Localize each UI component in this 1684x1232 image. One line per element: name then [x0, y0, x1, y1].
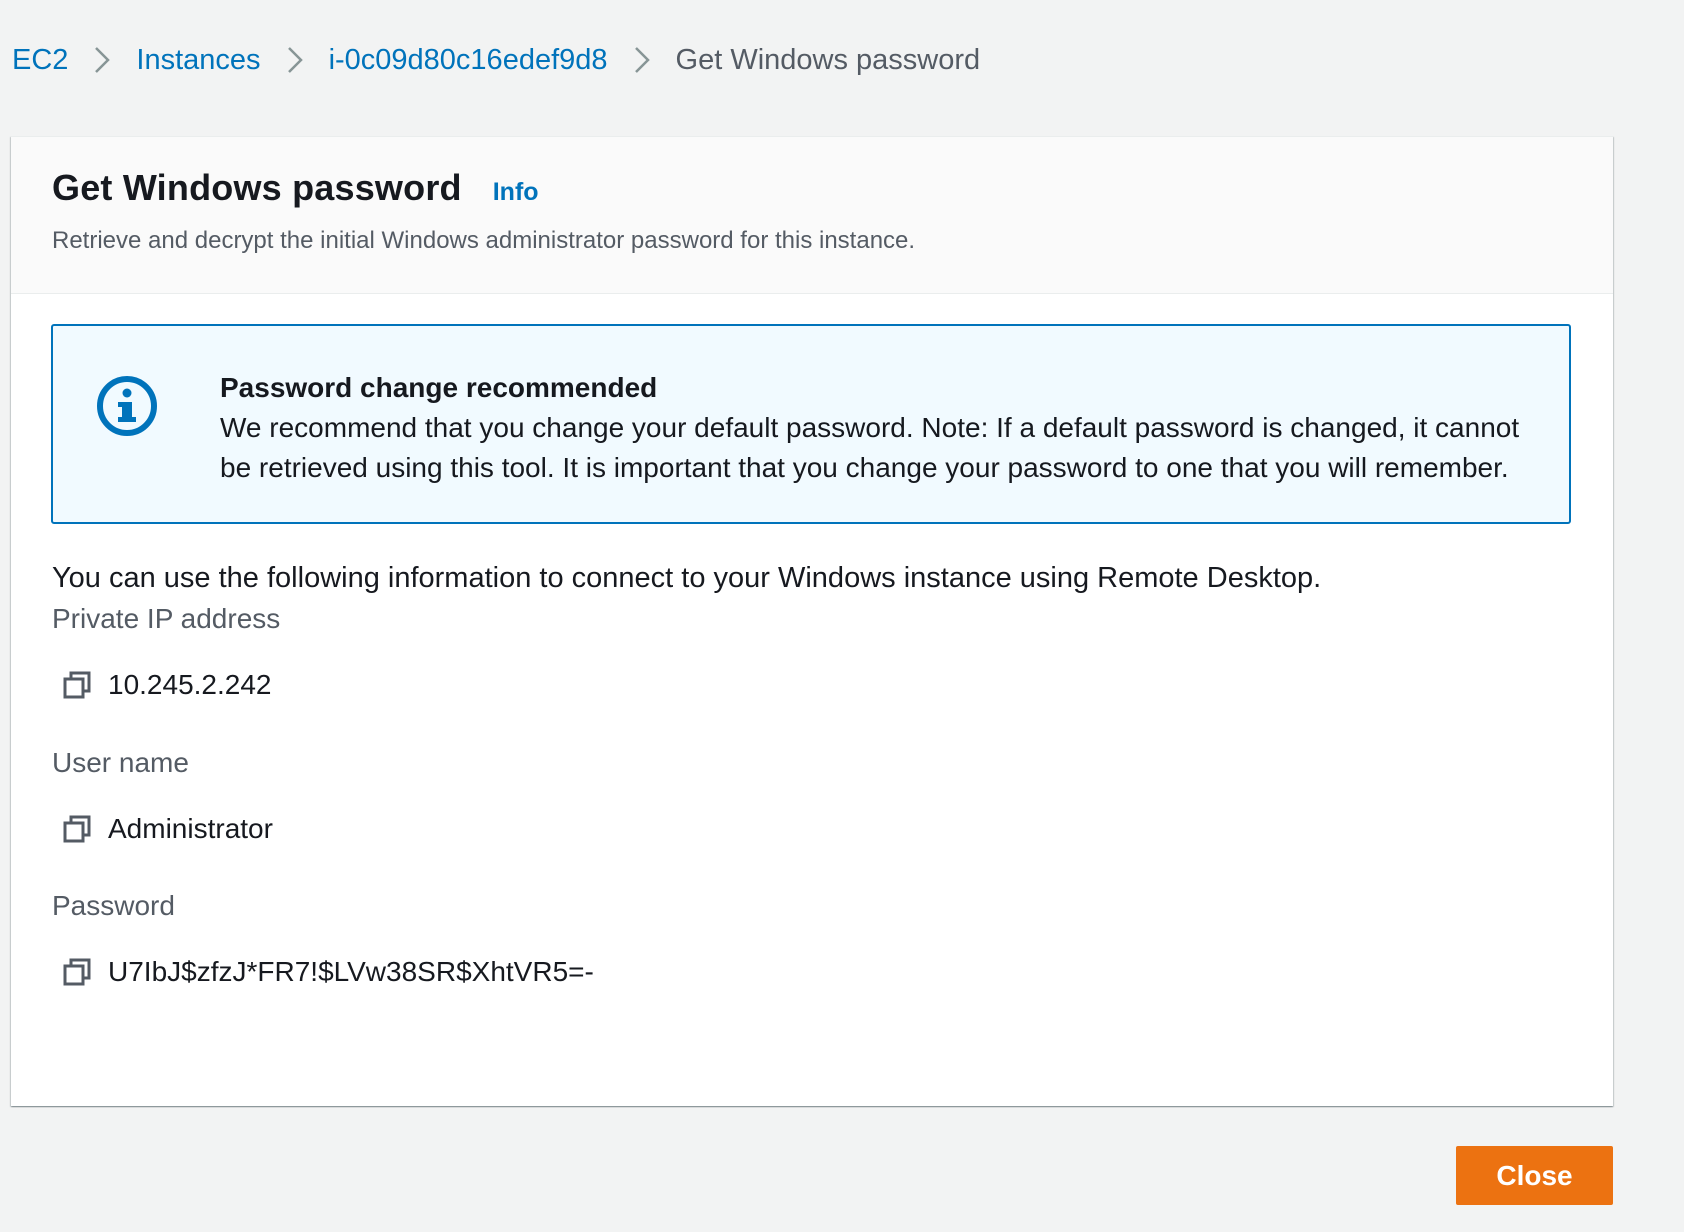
user-name-label: User name	[52, 747, 189, 778]
chevron-right-icon	[622, 45, 662, 75]
info-alert: Password change recommended We recommend…	[51, 324, 1571, 524]
copy-icon[interactable]	[52, 809, 102, 849]
alert-title: Password change recommended	[220, 372, 658, 403]
panel-title-row: Get Windows password Info	[52, 167, 539, 209]
breadcrumb-item-instances[interactable]: Instances	[136, 44, 260, 77]
user-name-value-row: Administrator	[52, 809, 273, 849]
user-name-value: Administrator	[108, 813, 273, 844]
password-panel: Get Windows password Info Retrieve and d…	[11, 136, 1613, 1106]
copy-icon[interactable]	[52, 952, 102, 992]
page-title: Get Windows password	[52, 167, 462, 208]
chevron-right-icon	[275, 45, 315, 75]
panel-header: Get Windows password Info Retrieve and d…	[11, 137, 1613, 294]
private-ip-field: Private IP address 10.245.2.242	[52, 603, 280, 705]
info-circle-icon	[93, 372, 161, 440]
info-link[interactable]: Info	[493, 178, 539, 207]
password-value-row: U7IbJ$zfzJ*FR7!$LVw38SR$XhtVR5=-	[52, 952, 594, 992]
private-ip-value-row: 10.245.2.242	[52, 665, 280, 705]
copy-icon[interactable]	[52, 665, 102, 705]
private-ip-label: Private IP address	[52, 603, 281, 634]
breadcrumb-current: Get Windows password	[675, 43, 981, 76]
private-ip-value: 10.245.2.242	[108, 669, 272, 700]
chevron-right-icon	[82, 45, 122, 75]
alert-body: We recommend that you change your defaul…	[220, 412, 1520, 483]
password-value: U7IbJ$zfzJ*FR7!$LVw38SR$XhtVR5=-	[108, 956, 594, 987]
password-label: Password	[52, 890, 175, 921]
page-description: Retrieve and decrypt the initial Windows…	[52, 227, 916, 254]
breadcrumb-item-ec2[interactable]: EC2	[12, 44, 68, 77]
alert-content: Password change recommended We recommend…	[220, 368, 1550, 488]
user-name-field: User name Administrator	[52, 747, 273, 849]
close-button[interactable]: Close	[1456, 1146, 1613, 1205]
breadcrumb: EC2 Instances i-0c09d80c16edef9d8 Get Wi…	[12, 38, 980, 82]
connection-intro: You can use the following information to…	[52, 562, 1322, 594]
breadcrumb-item-instance-id[interactable]: i-0c09d80c16edef9d8	[329, 44, 608, 77]
password-field: Password U7IbJ$zfzJ*FR7!$LVw38SR$XhtVR5=…	[52, 890, 594, 992]
